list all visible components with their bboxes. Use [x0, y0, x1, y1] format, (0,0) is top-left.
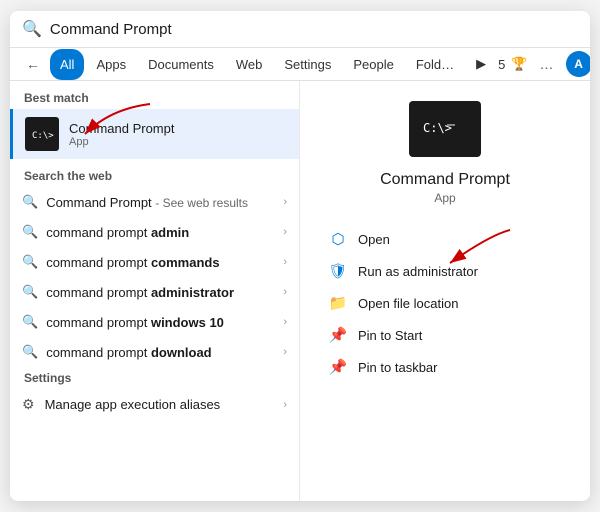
app-preview-icon: C:\> [409, 101, 481, 157]
search-result-icon-1: 🔍 [22, 194, 38, 210]
tab-more-arrow[interactable]: ▶ [466, 48, 496, 80]
app-preview-name: Command Prompt [380, 171, 510, 189]
svg-text:C:\>: C:\> [423, 121, 452, 135]
settings-manage-aliases[interactable]: ⚙ Manage app execution aliases › [10, 389, 299, 420]
web-result-text-6: command prompt download [46, 345, 275, 360]
chevron-icon-1: › [283, 196, 287, 208]
web-result-text-5: command prompt windows 10 [46, 315, 275, 330]
open-icon: ⬡ [328, 230, 348, 248]
settings-item-label: Manage app execution aliases [45, 397, 221, 412]
action-file-location[interactable]: 📁 Open file location [320, 287, 570, 319]
left-panel: Best match C:\> Command Prompt App [10, 81, 300, 501]
action-run-admin-label: Run as administrator [358, 264, 478, 279]
search-result-icon-5: 🔍 [22, 314, 38, 330]
best-match-label: Best match [10, 81, 299, 109]
action-run-admin[interactable]: 🛡 Run as administrator [320, 255, 570, 287]
shield-icon: 🛡 [328, 262, 348, 280]
chevron-icon-4: › [283, 286, 287, 298]
action-list: ⬡ Open 🛡 Run as administrator [320, 223, 570, 383]
tab-web[interactable]: Web [226, 49, 273, 80]
tab-folders[interactable]: Fold… [406, 49, 464, 80]
web-result-1[interactable]: 🔍 Command Prompt - See web results › [10, 187, 299, 217]
chevron-icon-2: › [283, 226, 287, 238]
settings-label: Settings [10, 367, 299, 389]
web-result-text-1: Command Prompt - See web results [46, 195, 275, 210]
web-result-4[interactable]: 🔍 command prompt administrator › [10, 277, 299, 307]
svg-text:C:\>: C:\> [32, 131, 54, 141]
tab-settings[interactable]: Settings [274, 49, 341, 80]
trophy-icon: 🏆 [511, 56, 527, 72]
search-result-icon-4: 🔍 [22, 284, 38, 300]
main-content: Best match C:\> Command Prompt App [10, 81, 590, 501]
pin-taskbar-icon: 📌 [328, 358, 348, 376]
overflow-button[interactable]: … [534, 52, 560, 76]
folder-icon: 📁 [328, 294, 348, 312]
chevron-icon-3: › [283, 256, 287, 268]
best-match-sub: App [69, 136, 287, 148]
web-result-text-3: command prompt commands [46, 255, 275, 270]
right-panel: C:\> Command Prompt App ⬡ Open 🛡 Run as … [300, 81, 590, 501]
web-result-text-4: command prompt administrator [46, 285, 275, 300]
chevron-icon-6: › [283, 346, 287, 358]
tab-documents[interactable]: Documents [138, 49, 224, 80]
search-icon: 🔍 [22, 19, 42, 39]
search-bar: 🔍 [10, 11, 590, 48]
action-file-location-label: Open file location [358, 296, 458, 311]
chevron-icon-5: › [283, 316, 287, 328]
best-match-item[interactable]: C:\> Command Prompt App [10, 109, 299, 159]
back-button[interactable]: ← [18, 50, 48, 78]
tab-all[interactable]: All [50, 49, 84, 80]
nav-bar: ← All Apps Documents Web Settings People… [10, 48, 590, 81]
action-pin-start[interactable]: 📌 Pin to Start [320, 319, 570, 351]
action-pin-taskbar[interactable]: 📌 Pin to taskbar [320, 351, 570, 383]
action-pin-taskbar-label: Pin to taskbar [358, 360, 438, 375]
search-result-icon-2: 🔍 [22, 224, 38, 240]
search-result-icon-6: 🔍 [22, 344, 38, 360]
tab-people[interactable]: People [343, 49, 403, 80]
best-match-name: Command Prompt [69, 121, 287, 136]
web-result-6[interactable]: 🔍 command prompt download › [10, 337, 299, 367]
settings-icon: ⚙ [22, 396, 35, 413]
web-result-2[interactable]: 🔍 command prompt admin › [10, 217, 299, 247]
tab-apps[interactable]: Apps [86, 49, 136, 80]
settings-chevron-icon: › [283, 399, 287, 411]
search-window: 🔍 ← All Apps Documents Web Settings Peop… [10, 11, 590, 501]
action-open[interactable]: ⬡ Open [320, 223, 570, 255]
search-web-label: Search the web [10, 159, 299, 187]
action-pin-start-label: Pin to Start [358, 328, 422, 343]
result-count: 5 [498, 57, 505, 72]
web-result-5[interactable]: 🔍 command prompt windows 10 › [10, 307, 299, 337]
avatar-button[interactable]: A [566, 51, 590, 77]
search-input[interactable] [50, 21, 578, 38]
action-open-label: Open [358, 232, 390, 247]
app-preview-sub: App [434, 191, 455, 205]
web-result-text-2: command prompt admin [46, 225, 275, 240]
pin-start-icon: 📌 [328, 326, 348, 344]
web-result-3[interactable]: 🔍 command prompt commands › [10, 247, 299, 277]
search-result-icon-3: 🔍 [22, 254, 38, 270]
cmd-app-icon: C:\> [25, 117, 59, 151]
nav-extras: 5 🏆 … A [498, 51, 590, 77]
